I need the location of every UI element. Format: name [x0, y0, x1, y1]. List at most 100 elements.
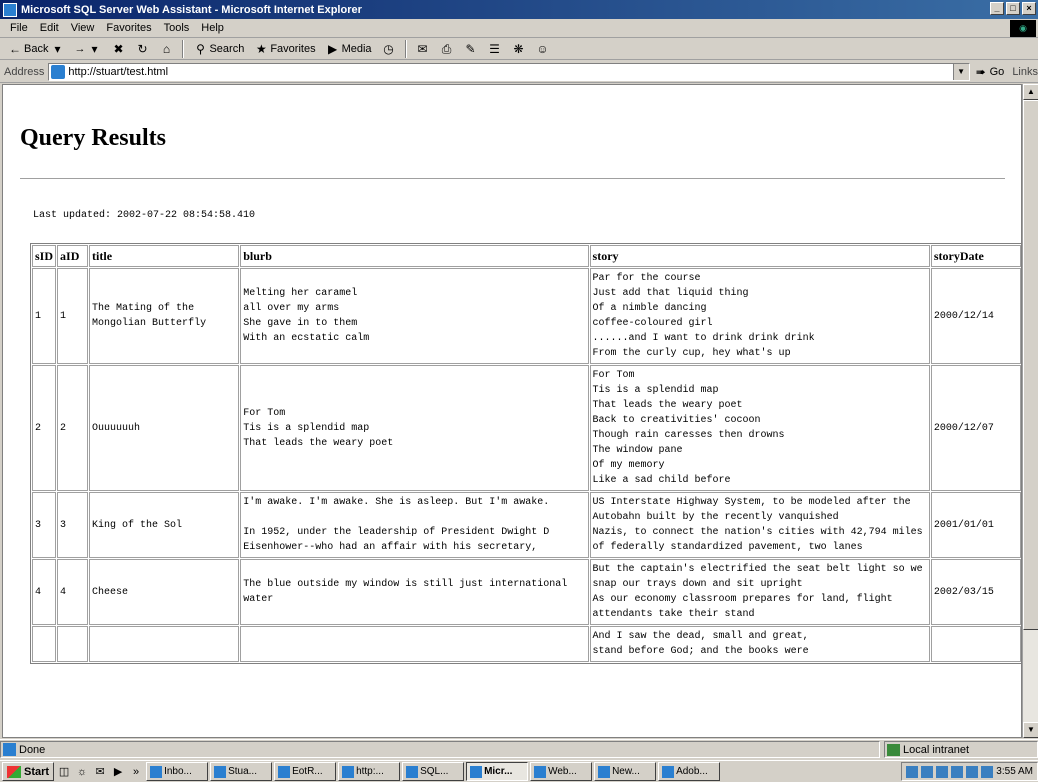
task-stuart[interactable]: Stua...	[210, 762, 273, 781]
cell-title: Cheese	[89, 559, 240, 625]
address-dropdown-icon[interactable]: ▼	[952, 63, 969, 80]
cell-blurb: The blue outside my window is still just…	[240, 559, 589, 625]
home-icon: ⌂	[162, 41, 171, 56]
cell-storydate: 2000/12/07	[930, 365, 1021, 491]
address-input[interactable]: http://stuart/test.html ▼	[48, 62, 970, 81]
media-label: Media	[341, 42, 372, 55]
vertical-scrollbar[interactable]: ▲ ▼	[1022, 84, 1038, 738]
ie-icon	[534, 765, 547, 778]
tray-icon[interactable]	[921, 765, 934, 778]
favorites-button[interactable]: ★ Favorites	[250, 39, 319, 59]
back-arrow-icon: ←	[9, 41, 21, 56]
messenger-button[interactable]: ☺	[532, 39, 554, 59]
cell-aid: 3	[57, 492, 89, 558]
print-button[interactable]: ⎙	[436, 39, 458, 59]
quicklaunch-desktop-icon[interactable]: ◫	[56, 764, 72, 780]
search-button[interactable]: ⚲ Search	[189, 39, 248, 59]
adobe-icon	[662, 765, 675, 778]
address-bar: Address http://stuart/test.html ▼ ➠ Go L…	[0, 61, 1038, 83]
refresh-button[interactable]: ↻	[131, 39, 153, 59]
windows-flag-icon	[7, 765, 21, 778]
header-blurb: blurb	[240, 245, 589, 267]
task-label: http:...	[356, 766, 384, 777]
task-adobe[interactable]: Adob...	[658, 762, 721, 781]
task-http[interactable]: http:...	[338, 762, 401, 781]
table-row: 1 1 The Mating of the Mongolian Butterfl…	[32, 268, 1021, 364]
tray-icon[interactable]	[966, 765, 979, 778]
header-story: story	[589, 245, 930, 267]
cell-story: And I saw the dead, small and great, sta…	[589, 626, 930, 662]
start-button[interactable]: Start	[2, 762, 55, 781]
task-inbox[interactable]: Inbo...	[146, 762, 209, 781]
scroll-up-icon[interactable]: ▲	[1023, 84, 1038, 100]
go-button[interactable]: ➠ Go	[974, 65, 1005, 79]
quicklaunch-ie-icon[interactable]: ☼	[74, 764, 90, 780]
quicklaunch-more-icon[interactable]: »	[128, 764, 144, 780]
page-content: Query Results Last updated: 2002-07-22 0…	[2, 84, 1022, 738]
page-icon	[51, 64, 66, 79]
go-label: Go	[989, 65, 1005, 78]
back-button[interactable]: ← Back ▾	[4, 39, 68, 59]
scroll-thumb[interactable]	[1023, 100, 1038, 630]
stop-icon: ✖	[113, 41, 124, 56]
task-label: Micr...	[484, 766, 513, 777]
research-button[interactable]: ❋	[508, 39, 530, 59]
edit-button[interactable]: ✎	[460, 39, 482, 59]
clock[interactable]: 3:55 AM	[996, 766, 1033, 777]
table-row: 3 3 King of the Sol I'm awake. I'm awake…	[32, 492, 1021, 558]
security-zone: Local intranet	[884, 740, 1038, 758]
page-title: Query Results	[20, 125, 166, 151]
task-label: Web...	[548, 766, 577, 777]
cell-title: The Mating of the Mongolian Butterfly	[89, 268, 240, 364]
toolbar-separator	[182, 39, 185, 58]
task-sql[interactable]: SQL...	[402, 762, 465, 781]
back-label: Back	[24, 42, 49, 55]
task-eotr[interactable]: EotR...	[274, 762, 337, 781]
quicklaunch-media-icon[interactable]: ▶	[110, 764, 126, 780]
menu-edit[interactable]: Edit	[34, 22, 65, 34]
tray-icon[interactable]	[981, 765, 994, 778]
close-button[interactable]: ×	[1022, 2, 1036, 15]
task-microsoft-active[interactable]: Micr...	[466, 762, 529, 781]
scroll-down-icon[interactable]: ▼	[1023, 722, 1038, 738]
menu-help[interactable]: Help	[195, 22, 230, 34]
discuss-button[interactable]: ☰	[484, 39, 506, 59]
ie-icon	[470, 765, 483, 778]
tray-icon[interactable]	[906, 765, 919, 778]
menu-view[interactable]: View	[65, 22, 101, 34]
menu-tools[interactable]: Tools	[158, 22, 196, 34]
folder-icon	[598, 765, 611, 778]
maximize-button[interactable]: □	[1006, 2, 1020, 15]
history-button[interactable]: ◷	[378, 39, 400, 59]
task-label: New...	[612, 766, 640, 777]
header-sid: sID	[32, 245, 57, 267]
go-arrow-icon: ➠	[975, 64, 986, 79]
mail-button[interactable]: ✉	[412, 39, 434, 59]
stop-button[interactable]: ✖	[107, 39, 129, 59]
messenger-icon: ☺	[536, 41, 549, 56]
forward-button[interactable]: → ▾	[70, 39, 105, 59]
task-web[interactable]: Web...	[530, 762, 593, 781]
links-button[interactable]: Links	[1012, 66, 1038, 78]
cell-title: King of the Sol	[89, 492, 240, 558]
outlook-icon	[150, 765, 163, 778]
menu-favorites[interactable]: Favorites	[100, 22, 157, 34]
menu-file[interactable]: File	[4, 22, 34, 34]
last-updated-text: Last updated: 2002-07-22 08:54:58.410	[33, 210, 256, 221]
tray-icon[interactable]	[936, 765, 949, 778]
status-text: Done	[0, 740, 880, 758]
header-storydate: storyDate	[930, 245, 1021, 267]
cell-story: US Interstate Highway System, to be mode…	[589, 492, 930, 558]
home-button[interactable]: ⌂	[155, 39, 177, 59]
minimize-button[interactable]: _	[990, 2, 1004, 15]
media-button[interactable]: ▶ Media	[322, 39, 376, 59]
chevron-down-icon: ▾	[54, 41, 61, 56]
address-label: Address	[4, 65, 45, 78]
quicklaunch-outlook-icon[interactable]: ✉	[92, 764, 108, 780]
cell-sid: 4	[32, 559, 57, 625]
system-tray: 3:55 AM	[901, 762, 1038, 781]
tray-icon[interactable]	[951, 765, 964, 778]
zone-label: Local intranet	[903, 743, 970, 756]
cell-aid	[57, 626, 89, 662]
task-new[interactable]: New...	[594, 762, 657, 781]
